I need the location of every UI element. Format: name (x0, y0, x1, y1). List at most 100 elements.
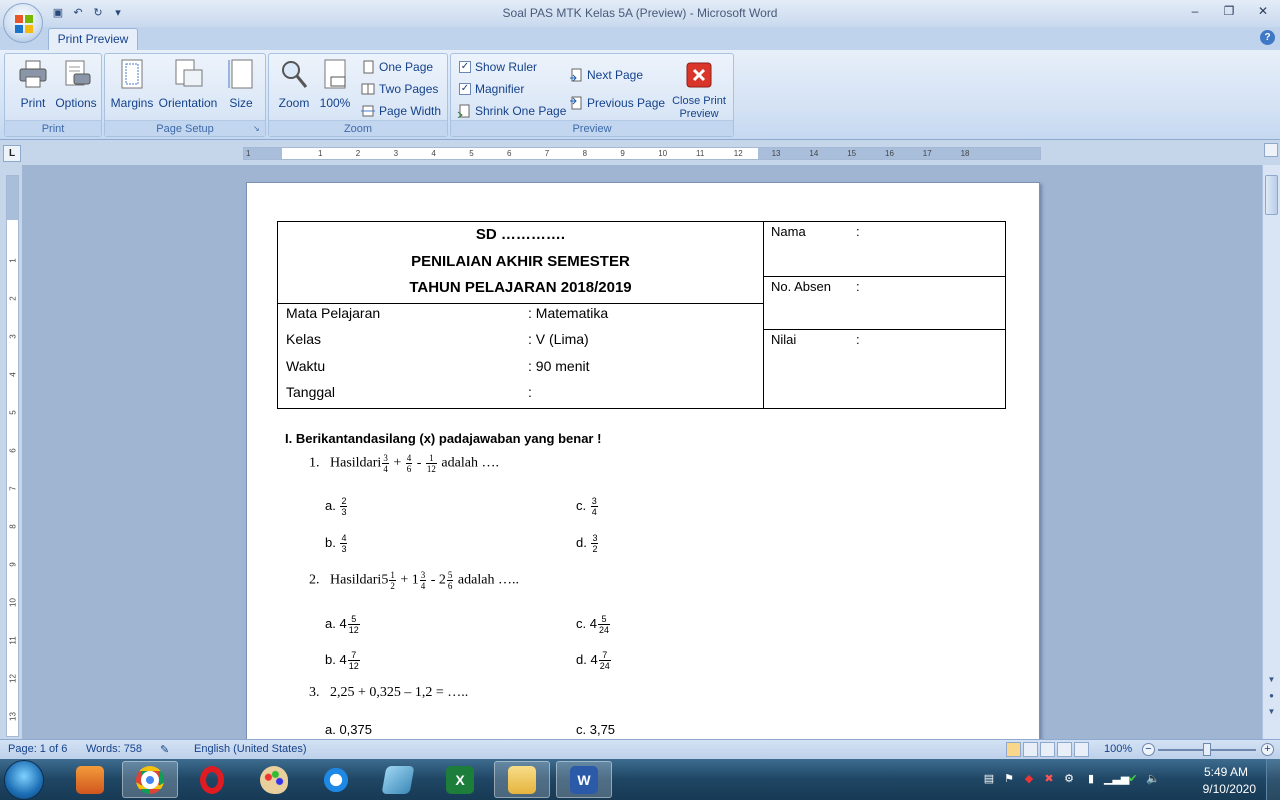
taskbar-media-player[interactable] (62, 761, 118, 798)
signal-bars-icon[interactable]: ▁▃▅ (1104, 772, 1129, 786)
clock-time[interactable]: 5:49 AM (1204, 765, 1248, 779)
shrink-one-page-button[interactable]: Shrink One Page (457, 102, 566, 120)
close-button[interactable]: ✕ (1246, 0, 1280, 22)
document-page[interactable]: SD …………. PENILAIAN AKHIR SEMESTER TAHUN … (246, 182, 1040, 739)
print-group: Print Options Print (4, 53, 102, 137)
next-page-arrow-icon[interactable]: ▼ (1265, 705, 1278, 718)
options-button[interactable]: Options (53, 58, 99, 110)
vertical-ruler[interactable]: 1 2 3 4 5 6 7 8 9 10 11 12 13 (6, 175, 19, 737)
vertical-ruler-tick-label: 13 (8, 712, 18, 721)
tray-red-x-icon[interactable]: ✖ (1042, 772, 1056, 786)
full-screen-reading-view-icon[interactable] (1023, 742, 1038, 757)
draft-view-icon[interactable] (1074, 742, 1089, 757)
view-ruler-icon[interactable] (1264, 143, 1278, 157)
option-c: c. 34 (576, 496, 598, 517)
battery-icon[interactable]: ▮ (1084, 772, 1098, 786)
redo-icon[interactable]: ↻ (90, 5, 106, 21)
orientation-button[interactable]: Orientation (157, 58, 219, 110)
zoom-in-button[interactable]: + (1261, 743, 1274, 756)
option-d: d. 32 (576, 533, 599, 554)
info-label: Tanggal (286, 384, 336, 400)
volume-icon[interactable]: 🔈 (1146, 772, 1160, 786)
orientation-icon (175, 59, 203, 87)
page-count[interactable]: Page: 1 of 6 (8, 743, 67, 755)
window-controls: ‒ ❐ ✕ (1178, 0, 1280, 22)
vertical-ruler-tick-label: 10 (8, 598, 18, 607)
taskbar-file-explorer[interactable] (494, 761, 550, 798)
action-center-flag-icon[interactable]: ⚑ (1002, 772, 1016, 786)
page-width-button[interactable]: Page Width (361, 102, 441, 120)
question-prefix: Hasildari (330, 455, 382, 471)
ruler-tick-label: 4 (431, 149, 436, 158)
security-shield-icon[interactable]: ◆ (1022, 772, 1036, 786)
horizontal-ruler[interactable]: 1 1 2 3 4 5 6 7 8 9 10 11 12 13 14 15 16 17 18 (243, 147, 1041, 160)
help-icon[interactable]: ? (1260, 30, 1275, 45)
excel-icon: X (446, 765, 474, 794)
taskbar-chrome[interactable] (122, 761, 178, 798)
word-count[interactable]: Words: 758 (86, 743, 142, 755)
scroll-down-arrow-icon[interactable]: ▼ (1265, 673, 1278, 686)
previous-page-button[interactable]: Previous Page (569, 94, 665, 112)
next-page-button[interactable]: Next Page (569, 66, 643, 84)
magnifier-checkbox[interactable]: ✓ Magnifier (459, 80, 524, 98)
magnifier-check-icon[interactable]: ✓ (459, 83, 471, 95)
web-layout-view-icon[interactable] (1040, 742, 1055, 757)
taskbar-paint[interactable] (246, 761, 302, 798)
clock-date[interactable]: 9/10/2020 (1203, 782, 1256, 796)
usb-device-icon[interactable]: ⚙ (1062, 772, 1076, 786)
zoom-100-label: 100% (319, 96, 351, 110)
margins-button[interactable]: Margins (109, 58, 155, 110)
zoom-button[interactable]: Zoom (275, 58, 313, 110)
ruler-tick-label: 10 (658, 149, 668, 158)
ribbon-tab-row: Print Preview ? (0, 27, 1280, 50)
minimize-button[interactable]: ‒ (1178, 0, 1212, 22)
save-icon[interactable]: ▣ (50, 5, 66, 21)
customize-qat-icon[interactable]: ▾ (110, 5, 126, 21)
two-pages-button[interactable]: Two Pages (361, 80, 438, 98)
orientation-label: Orientation (158, 96, 218, 110)
option-a: a. 23 (325, 496, 348, 517)
show-ruler-checkbox[interactable]: ✓ Show Ruler (459, 58, 537, 76)
next-page-icon (570, 68, 582, 82)
proofing-icon[interactable]: ✎ (160, 743, 169, 756)
restore-button[interactable]: ❐ (1212, 0, 1246, 22)
zoom-slider-thumb[interactable] (1203, 743, 1211, 756)
language[interactable]: English (United States) (194, 743, 307, 755)
scrollbar-thumb[interactable] (1265, 175, 1278, 215)
question-1: 1. Hasildari 3 4 + 46 - 1 12 adalah …. (309, 453, 499, 474)
show-desktop-button[interactable] (1266, 759, 1280, 800)
print-button[interactable]: Print (13, 58, 53, 110)
print-layout-view-icon[interactable] (1006, 742, 1021, 757)
network-check-icon[interactable]: ✔ (1126, 772, 1140, 786)
zoom-out-button[interactable]: − (1142, 743, 1155, 756)
size-button[interactable]: Size (223, 58, 259, 110)
close-print-preview-button[interactable]: Close Print Preview (667, 58, 731, 121)
browse-object-icon[interactable]: ● (1265, 689, 1278, 702)
taskbar-internet-explorer[interactable] (308, 761, 364, 798)
one-page-button[interactable]: One Page (361, 58, 433, 76)
media-player-icon (76, 765, 104, 794)
size-label: Size (229, 96, 253, 110)
page-width-label: Page Width (379, 104, 442, 118)
page-setup-launcher-icon[interactable]: ↘ (253, 124, 263, 134)
ruler-tick-label: 18 (960, 149, 970, 158)
table-divider (278, 303, 763, 304)
taskbar-word[interactable]: W (556, 761, 612, 798)
show-ruler-check-icon[interactable]: ✓ (459, 61, 471, 73)
tab-print-preview[interactable]: Print Preview (48, 28, 138, 50)
shrink-one-page-label: Shrink One Page (475, 104, 567, 118)
tab-selector[interactable]: L (3, 145, 21, 162)
zoom-level[interactable]: 100% (1104, 743, 1132, 755)
start-button[interactable] (4, 760, 44, 800)
taskbar-excel[interactable]: X (432, 761, 488, 798)
office-button[interactable] (3, 3, 43, 43)
taskbar-office-app[interactable] (370, 761, 426, 798)
vertical-scrollbar[interactable]: ▼ ● ▼ (1262, 165, 1280, 739)
tray-app-icon[interactable]: ▤ (982, 772, 996, 786)
zoom-100-button[interactable]: 100% (317, 58, 353, 110)
undo-icon[interactable]: ↶ (70, 5, 86, 21)
page-width-icon (361, 105, 375, 117)
taskbar-opera[interactable] (184, 761, 240, 798)
outline-view-icon[interactable] (1057, 742, 1072, 757)
exam-header-table: SD …………. PENILAIAN AKHIR SEMESTER TAHUN … (277, 221, 1006, 409)
